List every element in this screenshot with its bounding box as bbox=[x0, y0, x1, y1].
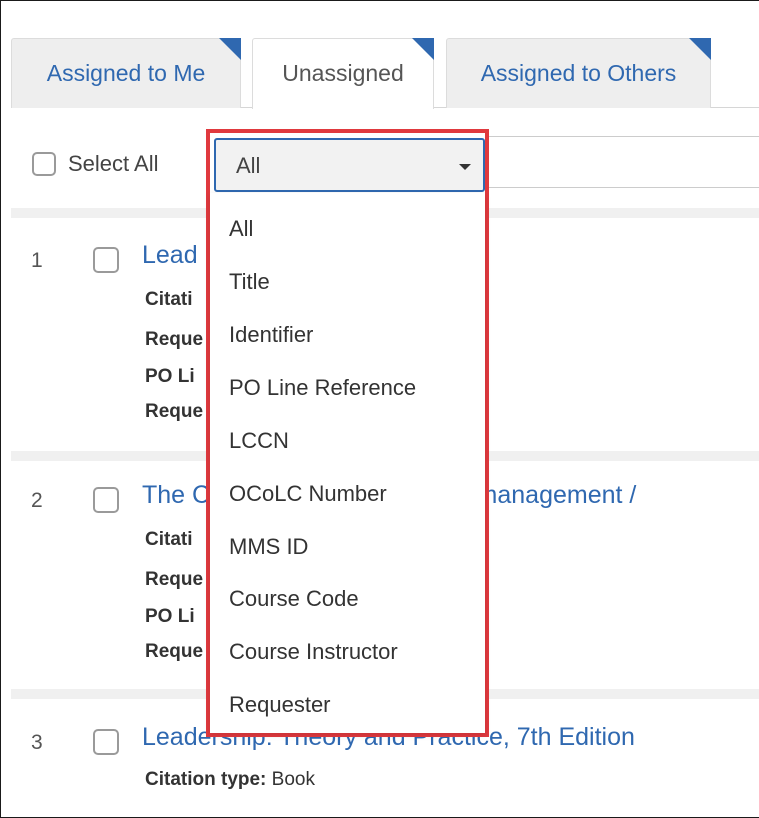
row-number: 1 bbox=[31, 249, 43, 272]
tab-corner-icon bbox=[219, 38, 241, 60]
tab-bar: Assigned to Me Unassigned Assigned to Ot… bbox=[1, 1, 759, 109]
tab-unassigned[interactable]: Unassigned bbox=[252, 38, 434, 109]
citation-type-field: Citation type: Book bbox=[145, 769, 315, 791]
menu-item-lccn[interactable]: LCCN bbox=[229, 428, 289, 454]
search-scope-value: All bbox=[236, 153, 261, 178]
menu-item-ocolc-number[interactable]: OCoLC Number bbox=[229, 481, 387, 507]
menu-item-identifier[interactable]: Identifier bbox=[229, 322, 313, 348]
select-all-checkbox[interactable] bbox=[32, 152, 56, 176]
tab-label: Assigned to Others bbox=[480, 60, 677, 86]
row-number: 2 bbox=[31, 489, 43, 512]
requested-by-field: Reque bbox=[145, 569, 204, 590]
search-scope-dropdown: All All Title Identifier PO Line Referen… bbox=[206, 129, 489, 737]
caret-down-icon bbox=[459, 164, 471, 170]
citation-type-value: Book bbox=[271, 769, 315, 790]
title-start: The C bbox=[142, 481, 211, 509]
tab-label: Unassigned bbox=[282, 60, 404, 86]
menu-item-course-instructor[interactable]: Course Instructor bbox=[229, 639, 398, 665]
menu-item-mms-id[interactable]: MMS ID bbox=[229, 534, 308, 560]
citation-type-field: Citati bbox=[145, 289, 193, 310]
row-number: 3 bbox=[31, 731, 43, 754]
menu-item-all[interactable]: All bbox=[229, 216, 253, 242]
request-status-field: Reque bbox=[145, 641, 204, 662]
row-checkbox[interactable] bbox=[93, 487, 119, 513]
menu-item-po-line-reference[interactable]: PO Line Reference bbox=[229, 375, 416, 401]
tab-assigned-to-me[interactable]: Assigned to Me bbox=[11, 38, 241, 108]
tab-corner-icon bbox=[689, 38, 711, 60]
row-checkbox[interactable] bbox=[93, 729, 119, 755]
menu-item-course-code[interactable]: Course Code bbox=[229, 586, 359, 612]
screenshot-frame: Assigned to Me Unassigned Assigned to Ot… bbox=[0, 0, 759, 818]
menu-item-title[interactable]: Title bbox=[229, 269, 270, 295]
citation-type-field: Citati bbox=[145, 529, 193, 550]
row-checkbox[interactable] bbox=[93, 247, 119, 273]
search-input[interactable] bbox=[485, 136, 759, 188]
po-line-field: PO Li bbox=[145, 606, 195, 627]
search-scope-menu: All Title Identifier PO Line Reference L… bbox=[210, 193, 485, 733]
select-all[interactable]: Select All bbox=[32, 151, 159, 177]
requested-by-field: Reque bbox=[145, 329, 204, 350]
tab-label: Assigned to Me bbox=[46, 60, 206, 86]
select-all-label: Select All bbox=[68, 151, 159, 176]
request-status-field: Reque bbox=[145, 401, 204, 422]
search-scope-select[interactable]: All bbox=[214, 138, 485, 192]
title-start: Lead bbox=[142, 241, 198, 269]
menu-item-requester[interactable]: Requester bbox=[229, 692, 331, 718]
tab-corner-icon bbox=[412, 38, 434, 60]
po-line-field: PO Li bbox=[145, 366, 195, 387]
tab-assigned-to-others[interactable]: Assigned to Others bbox=[446, 38, 711, 108]
citation-type-label: Citation type: bbox=[145, 769, 267, 790]
